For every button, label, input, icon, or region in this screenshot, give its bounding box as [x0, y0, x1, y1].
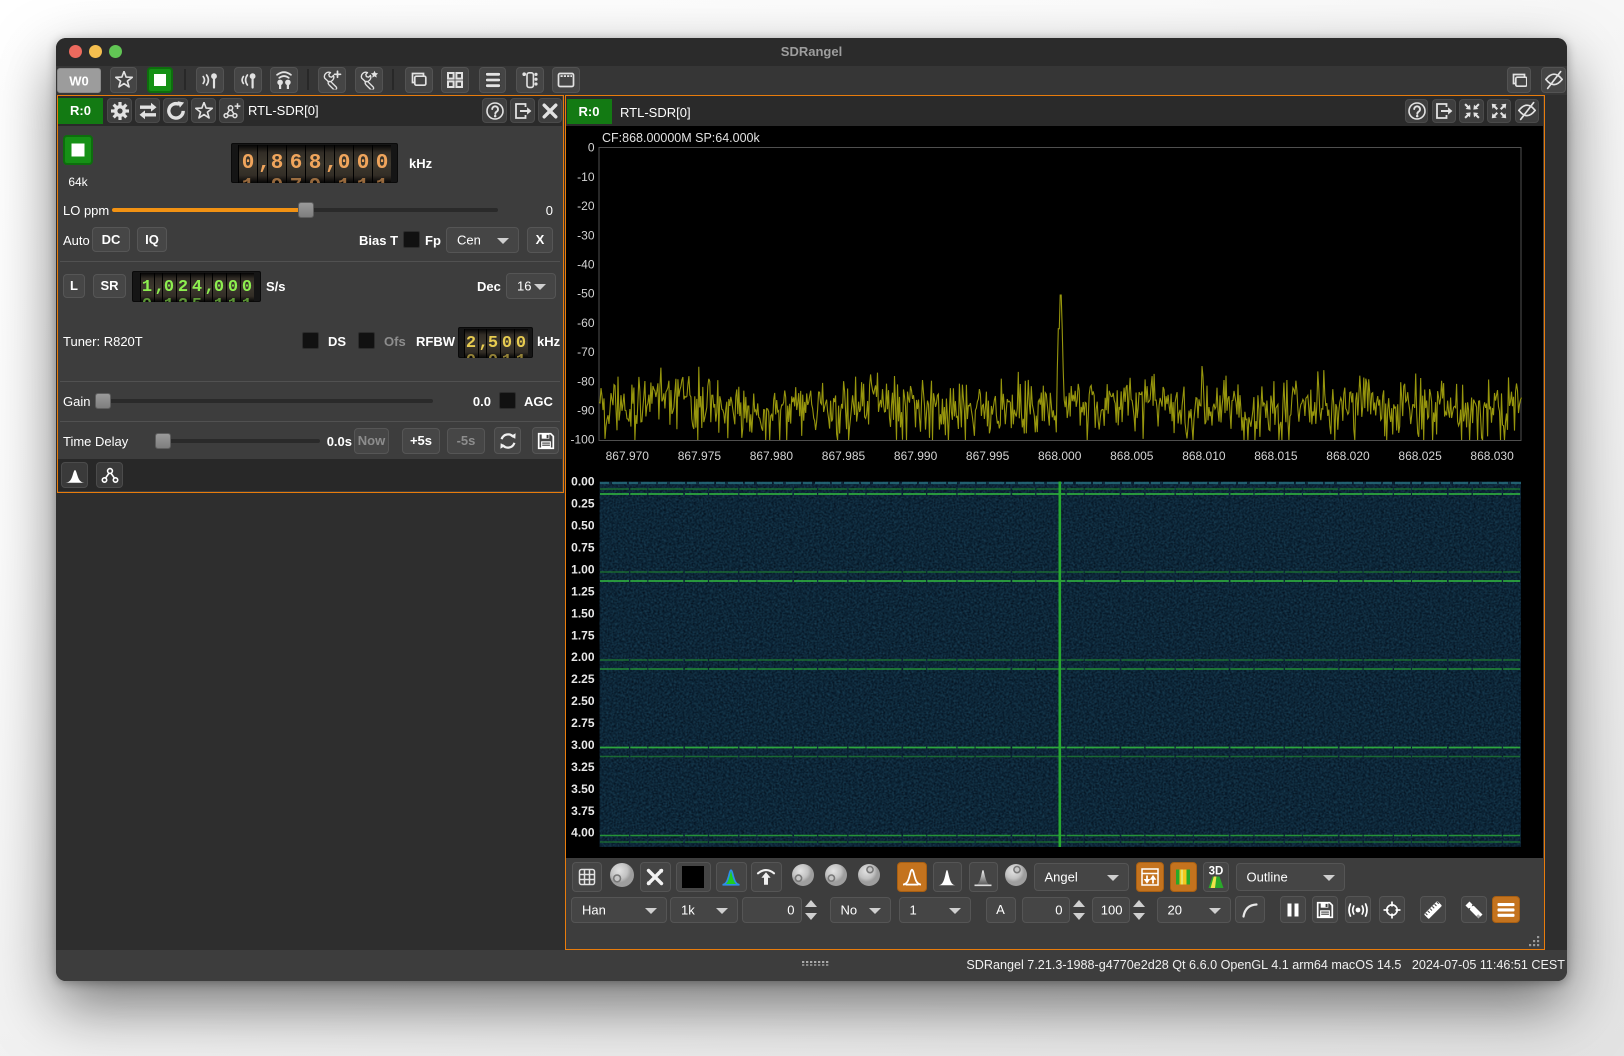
- svg-text:868.015: 868.015: [1254, 449, 1298, 463]
- svg-text:867.970: 867.970: [606, 449, 650, 463]
- svg-text:-50: -50: [577, 287, 595, 301]
- svg-text:0.50: 0.50: [571, 519, 595, 533]
- svg-text:868.005: 868.005: [1110, 449, 1154, 463]
- svg-text:0: 0: [588, 141, 595, 155]
- svg-text:868.020: 868.020: [1326, 449, 1370, 463]
- svg-text:1.25: 1.25: [571, 584, 595, 598]
- svg-text:-80: -80: [577, 374, 595, 388]
- svg-text:-60: -60: [577, 316, 595, 330]
- svg-text:2.50: 2.50: [571, 694, 595, 708]
- svg-text:868.030: 868.030: [1470, 449, 1514, 463]
- svg-text:-30: -30: [577, 228, 595, 242]
- svg-text:3.75: 3.75: [571, 804, 595, 818]
- svg-text:2.00: 2.00: [571, 650, 595, 664]
- svg-text:-100: -100: [570, 433, 594, 447]
- svg-text:3D: 3D: [1208, 866, 1223, 878]
- svg-text:867.990: 867.990: [894, 449, 938, 463]
- svg-text:0.25: 0.25: [571, 497, 595, 511]
- svg-text:-70: -70: [577, 345, 595, 359]
- svg-text:1.50: 1.50: [571, 606, 595, 620]
- svg-text:1.75: 1.75: [571, 628, 595, 642]
- svg-text:868.025: 868.025: [1398, 449, 1442, 463]
- svg-text:867.975: 867.975: [678, 449, 722, 463]
- svg-text:868.000: 868.000: [1038, 449, 1082, 463]
- svg-text:867.995: 867.995: [966, 449, 1010, 463]
- svg-text:3.50: 3.50: [571, 782, 595, 796]
- svg-text:-40: -40: [577, 257, 595, 271]
- svg-text:-20: -20: [577, 199, 595, 213]
- svg-text:CF:868.00000M SP:64.000k: CF:868.00000M SP:64.000k: [602, 131, 760, 145]
- svg-text:867.980: 867.980: [750, 449, 794, 463]
- svg-text:3.00: 3.00: [571, 738, 595, 752]
- svg-text:867.985: 867.985: [822, 449, 866, 463]
- svg-text:4.00: 4.00: [571, 826, 595, 840]
- svg-text:0.00: 0.00: [571, 475, 595, 489]
- svg-text:0.75: 0.75: [571, 540, 595, 554]
- svg-text:868.010: 868.010: [1182, 449, 1226, 463]
- svg-text:-10: -10: [577, 170, 595, 184]
- svg-text:2.75: 2.75: [571, 716, 595, 730]
- svg-text:-90: -90: [577, 403, 595, 417]
- svg-text:1.00: 1.00: [571, 562, 595, 576]
- svg-text:2.25: 2.25: [571, 672, 595, 686]
- svg-text:3.25: 3.25: [571, 760, 595, 774]
